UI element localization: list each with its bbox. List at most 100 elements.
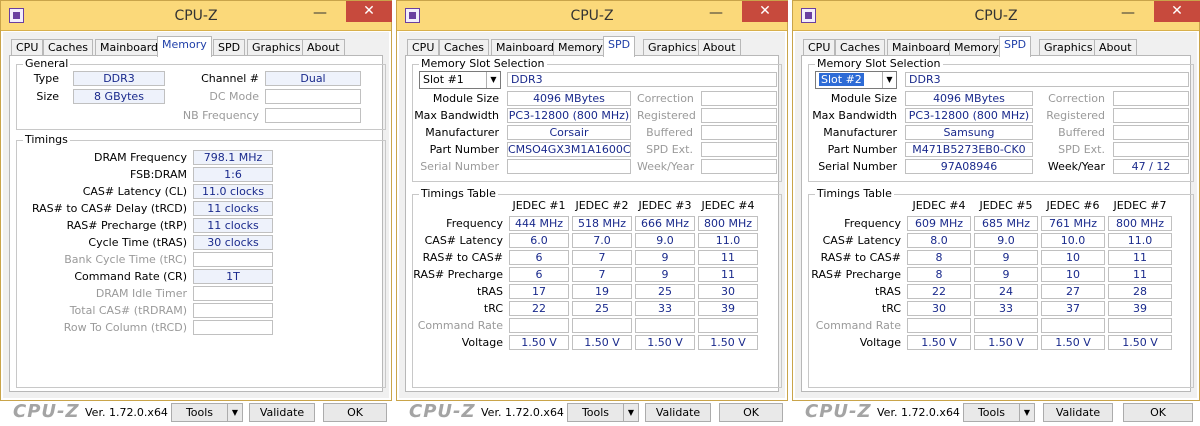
slot-selection-title: Memory Slot Selection [419,57,547,70]
tab-about[interactable]: About [302,39,345,56]
version-label: Ver. 1.72.0.x64 [877,406,960,419]
tab-cpu[interactable]: CPU [803,39,836,56]
validate-button[interactable]: Validate [1043,403,1113,422]
nb-frequency-value [265,108,361,123]
cell: 30 [907,301,971,316]
week-year-value [701,159,777,174]
cpuz-logo: CPU-Z [805,401,872,422]
cell: 39 [1108,301,1172,316]
type-value: DDR3 [73,71,165,86]
ok-button[interactable]: OK [323,403,387,422]
close-button[interactable]: ✕ [346,1,392,22]
title-bar[interactable]: CPU-Z — ✕ [397,1,788,31]
cell: 27 [1041,284,1105,299]
tools-dropdown-arrow-icon[interactable]: ▼ [623,403,639,422]
part-number-label: Part Number [827,143,897,156]
slot-select[interactable]: Slot #2 ▼ [815,71,897,89]
minimize-button[interactable]: — [703,5,729,25]
cell: 6 [509,267,569,282]
timing-label: Row To Column (tRCD) [63,321,187,334]
title-bar[interactable]: CPU-Z — ✕ [1,1,392,31]
slot-select[interactable]: Slot #1 ▼ [419,71,501,89]
tab-mainboard[interactable]: Mainboard [887,39,956,56]
slot-selection-title: Memory Slot Selection [815,57,943,70]
column-header: JEDEC #3 [638,199,692,212]
cell: 8 [907,250,971,265]
close-button[interactable]: ✕ [1154,1,1200,22]
tab-caches[interactable]: Caches [43,39,93,56]
tab-mainboard[interactable]: Mainboard [491,39,560,56]
tab-graphics[interactable]: Graphics [247,39,306,56]
cell: 39 [698,301,758,316]
cell: 1.50 V [974,335,1038,350]
tab-cpu[interactable]: CPU [407,39,440,56]
row-label: Voltage [859,336,901,349]
tools-dropdown-arrow-icon[interactable]: ▼ [227,403,243,422]
correction-label: Correction [1048,92,1105,105]
max-bandwidth-label: Max Bandwidth [812,109,897,122]
tools-button[interactable]: Tools [567,403,624,422]
cell: 7 [572,267,632,282]
cell: 22 [509,301,569,316]
tab-spd[interactable]: SPD [213,39,246,56]
cell: 9.0 [974,233,1038,248]
tab-mainboard[interactable]: Mainboard [95,39,164,56]
cell: 9.0 [635,233,695,248]
timing-label: Total CAS# (tRDRAM) [69,304,187,317]
chevron-down-icon: ▼ [486,72,500,88]
tab-memory[interactable]: Memory [553,39,608,56]
size-value: 8 GBytes [73,89,165,104]
minimize-button[interactable]: — [1115,5,1141,25]
dc-mode-value [265,89,361,104]
tab-caches[interactable]: Caches [835,39,885,56]
minimize-button[interactable]: — [307,5,333,25]
title-bar[interactable]: CPU-Z — ✕ [793,1,1200,31]
tab-spd[interactable]: SPD [603,36,636,57]
cell: 10.0 [1041,233,1105,248]
timings-table-title: Timings Table [815,187,894,200]
chevron-down-icon: ▼ [882,72,896,88]
tools-dropdown-arrow-icon[interactable]: ▼ [1019,403,1035,422]
cell [1108,318,1172,333]
tab-graphics[interactable]: Graphics [643,39,702,56]
cell: 6 [509,250,569,265]
close-button[interactable]: ✕ [742,1,788,22]
ok-button[interactable]: OK [719,403,783,422]
week-year-label: Week/Year [1047,160,1105,173]
tab-cpu[interactable]: CPU [11,39,44,56]
tab-about[interactable]: About [698,39,741,56]
validate-button[interactable]: Validate [249,403,315,422]
column-header: JEDEC #7 [1113,199,1167,212]
tools-button[interactable]: Tools [171,403,228,422]
timings-table-title: Timings Table [419,187,498,200]
ok-button[interactable]: OK [1123,403,1193,422]
correction-value [1113,91,1189,106]
row-label: Command Rate [417,319,503,332]
cell: 444 MHz [509,216,569,231]
tab-memory[interactable]: Memory [157,36,212,57]
cell [907,318,971,333]
timing-label: DRAM Idle Timer [95,287,187,300]
window-body: CPU Caches Mainboard Memory SPD Graphics… [399,32,785,422]
tab-memory[interactable]: Memory [949,39,1004,56]
timing-label: RAS# to CAS# Delay (tRCD) [31,202,187,215]
tools-button[interactable]: Tools [963,403,1020,422]
timings-table-group: Timings Table JEDEC #1 JEDEC #2 JEDEC #3… [412,188,782,388]
registered-value [1113,108,1189,123]
timing-label: FSB:DRAM [129,168,187,181]
memory-type-value: DDR3 [507,72,777,87]
tab-caches[interactable]: Caches [439,39,489,56]
row-label: RAS# Precharge [413,268,503,281]
channel-value: Dual [265,71,361,86]
tab-graphics[interactable]: Graphics [1039,39,1098,56]
slot-selection-group: Memory Slot Selection Slot #2 ▼ DDR3 Mod… [808,58,1194,182]
general-group: General Type DDR3 Channel # Dual Size 8 … [16,58,386,130]
tab-spd[interactable]: SPD [999,36,1032,57]
correction-label: Correction [637,92,694,105]
timings-table-group: Timings Table JEDEC #4 JEDEC #5 JEDEC #6… [808,188,1194,388]
validate-button[interactable]: Validate [645,403,711,422]
tab-about[interactable]: About [1094,39,1137,56]
timings-group: Timings DRAM Frequency 798.1 MHz FSB:DRA… [16,134,386,388]
module-size-label: Module Size [830,92,897,105]
version-label: Ver. 1.72.0.x64 [85,406,168,419]
